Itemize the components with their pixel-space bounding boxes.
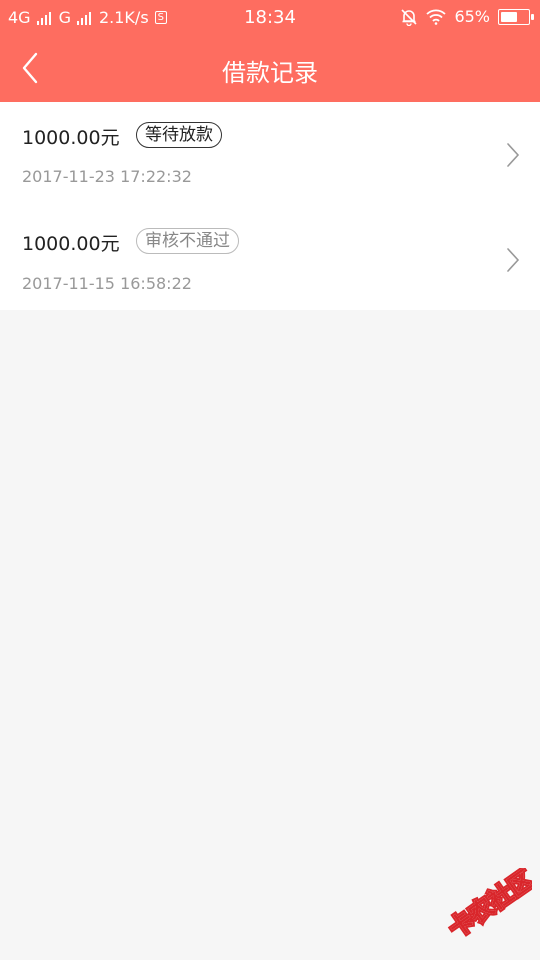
app-header: 4G G 2.1K/s S 18:34 65% 借款记录: [0, 0, 540, 102]
watermark-logo: 卡农社区 卡农社区: [442, 868, 532, 945]
battery-percent: 65%: [454, 7, 490, 26]
loan-record-list: 1000.00元 等待放款 2017-11-23 17:22:32 1000.0…: [0, 102, 540, 310]
wifi-icon: [426, 9, 447, 25]
status-badge: 等待放款: [136, 122, 222, 148]
loan-time: 2017-11-23 17:22:32: [22, 167, 192, 186]
chevron-right-icon: [507, 248, 520, 272]
chevron-right-icon: [507, 143, 520, 167]
loan-record-item[interactable]: 1000.00元 等待放款 2017-11-23 17:22:32: [0, 102, 540, 206]
loan-record-item[interactable]: 1000.00元 审核不通过 2017-11-15 16:58:22: [0, 206, 540, 310]
status-badge: 审核不通过: [136, 228, 239, 254]
loan-time: 2017-11-15 16:58:22: [22, 274, 192, 293]
page-title: 借款记录: [222, 59, 318, 87]
battery-icon: [498, 8, 534, 25]
loan-amount: 1000.00元: [22, 233, 120, 255]
alarm-off-icon: [401, 8, 418, 26]
status-bar: 4G G 2.1K/s S 18:34 65%: [0, 0, 540, 36]
watermark-text: 卡农社区: [444, 868, 532, 943]
loan-amount: 1000.00元: [22, 127, 120, 149]
